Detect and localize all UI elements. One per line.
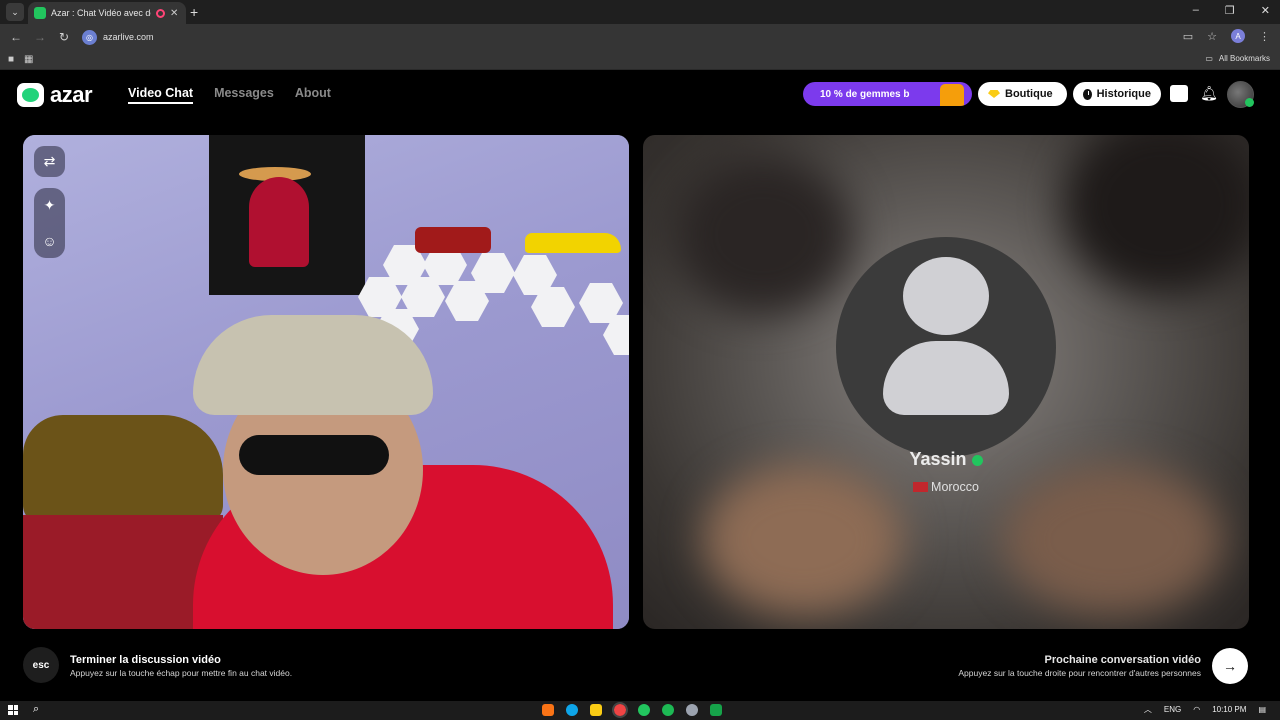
gems-promo-banner[interactable]: 10 % de gemmes b [803,82,972,106]
peer-name: Yassin [909,449,967,469]
whatsapp-icon[interactable] [638,704,650,716]
next-chat-title: Prochaine conversation vidéo [1044,654,1202,666]
address-bar: ← → ↻ ◎ azarlive.com ▭ ☆ A ⋮ [0,24,1280,50]
historique-label: Historique [1096,88,1151,100]
forward-icon[interactable]: → [28,30,52,44]
next-chat-hint: Appuyez sur la touche droite pour rencon… [958,668,1201,678]
end-chat-hint: Appuyez sur la touche échap pour mettre … [70,668,293,678]
online-badge [1245,98,1254,107]
boutique-button[interactable]: Boutique [978,82,1067,106]
promo-label: 10 % de gemmes b [820,88,910,100]
tray-chevron-icon[interactable]: ︿ [1144,704,1152,715]
url-field[interactable]: ◎ azarlive.com [82,28,1172,46]
gem-icon [988,90,1000,98]
taskbar-apps [542,702,722,718]
bookmark-page-icon[interactable]: ■ [8,54,14,65]
end-chat-title: Terminer la discussion vidéo [70,654,221,666]
arrow-right-icon: → [1223,658,1237,674]
os-taskbar: ⌕ ︿ ENG ◠ 10:10 PM ▤ [0,701,1280,720]
inbox-icon[interactable] [1170,85,1188,102]
back-icon[interactable]: ← [4,30,28,44]
spotify-icon[interactable] [662,704,674,716]
chrome-icon[interactable] [612,702,628,718]
notifications-icon[interactable]: ▤ [1258,705,1266,714]
peer-avatar-placeholder [836,237,1056,457]
effects-toolbar: ✦ ☺ [34,188,65,258]
window-controls: – ❐ ✕ [1193,4,1270,17]
person-sunglasses [239,435,389,475]
game-icon[interactable] [710,704,722,716]
peer-country-row: Morocco [643,480,1249,494]
site-info-icon[interactable]: ◎ [82,29,97,45]
search-icon[interactable]: ⌕ [33,703,39,716]
tab-list-icon[interactable]: ⌄ [6,3,24,21]
minimize-icon[interactable]: – [1193,4,1199,17]
main-nav: Video Chat Messages About [128,86,331,104]
plush-toy [23,415,223,525]
start-icon[interactable] [8,705,18,715]
address-bar-actions: ▭ ☆ A ⋮ [1183,29,1270,43]
clock-icon [1083,88,1092,100]
url-text: azarlive.com [103,32,154,42]
next-chat-button[interactable]: → [1212,648,1248,684]
magic-wand-icon[interactable]: ✦ [44,197,56,214]
close-window-icon[interactable]: ✕ [1261,4,1270,17]
file-explorer-icon[interactable] [590,704,602,716]
promo-character-icon [940,84,964,106]
wall-poster [209,135,365,295]
bookmarks-bar: ■ ▦ ▭ All Bookmarks [0,50,1280,70]
azar-logo[interactable]: azar [17,82,93,108]
historique-button[interactable]: Historique [1073,82,1161,106]
azar-logo-icon [17,83,44,107]
browser-tab[interactable]: Azar : Chat Vidéo avec de n ✕ [28,2,186,24]
reload-icon[interactable]: ↻ [52,30,76,44]
edge-icon[interactable] [566,704,578,716]
browser-menu-icon[interactable]: ⋮ [1259,30,1270,43]
wifi-icon[interactable]: ◠ [1193,705,1200,714]
apps-grid-icon[interactable]: ▦ [24,54,33,65]
tab-title: Azar : Chat Vidéo avec de n [51,8,151,18]
all-bookmarks-link[interactable]: All Bookmarks [1219,54,1270,63]
boutique-label: Boutique [1005,88,1053,100]
end-chat-button[interactable]: esc [23,647,59,683]
vlc-icon[interactable] [542,704,554,716]
toy-car-red [415,227,491,253]
azar-app: azar Video Chat Messages About 10 % de g… [0,71,1280,701]
folder-icon: ▭ [1205,54,1213,63]
new-tab-icon[interactable]: + [190,4,198,20]
browser-tab-bar: ⌄ Azar : Chat Vidéo avec de n ✕ + – ❐ ✕ [0,0,1280,24]
recording-icon [156,8,165,18]
nav-about[interactable]: About [295,86,331,104]
clock-app-icon[interactable] [686,704,698,716]
system-tray: ︿ ENG ◠ 10:10 PM ▤ [1144,704,1266,715]
language-indicator[interactable]: ENG [1164,705,1181,714]
azar-favicon-icon [34,7,46,19]
nav-messages[interactable]: Messages [214,86,274,104]
restore-icon[interactable]: ❐ [1225,4,1235,17]
morocco-flag-icon [913,482,929,492]
peer-country: Morocco [931,480,979,494]
cast-icon[interactable]: ▭ [1183,30,1193,43]
bookmark-star-icon[interactable]: ☆ [1207,30,1217,43]
toy-car-yellow [525,233,621,253]
profile-avatar[interactable]: A [1231,29,1245,43]
person-cap [193,315,433,415]
tab-close-icon[interactable]: ✕ [170,8,178,19]
clock-time[interactable]: 10:10 PM [1212,705,1246,714]
peer-video-feed: Yassin Morocco [643,135,1249,629]
swap-camera-icon[interactable]: ⇄ [34,146,65,177]
nav-video-chat[interactable]: Video Chat [128,86,194,104]
face-filter-icon[interactable]: ☺ [42,233,56,249]
bell-icon[interactable]: 🔔︎ [1200,85,1218,102]
verified-badge-icon [971,454,983,466]
logo-text: azar [50,82,93,107]
peer-name-row: Yassin [643,449,1249,470]
my-video-feed [23,135,629,629]
